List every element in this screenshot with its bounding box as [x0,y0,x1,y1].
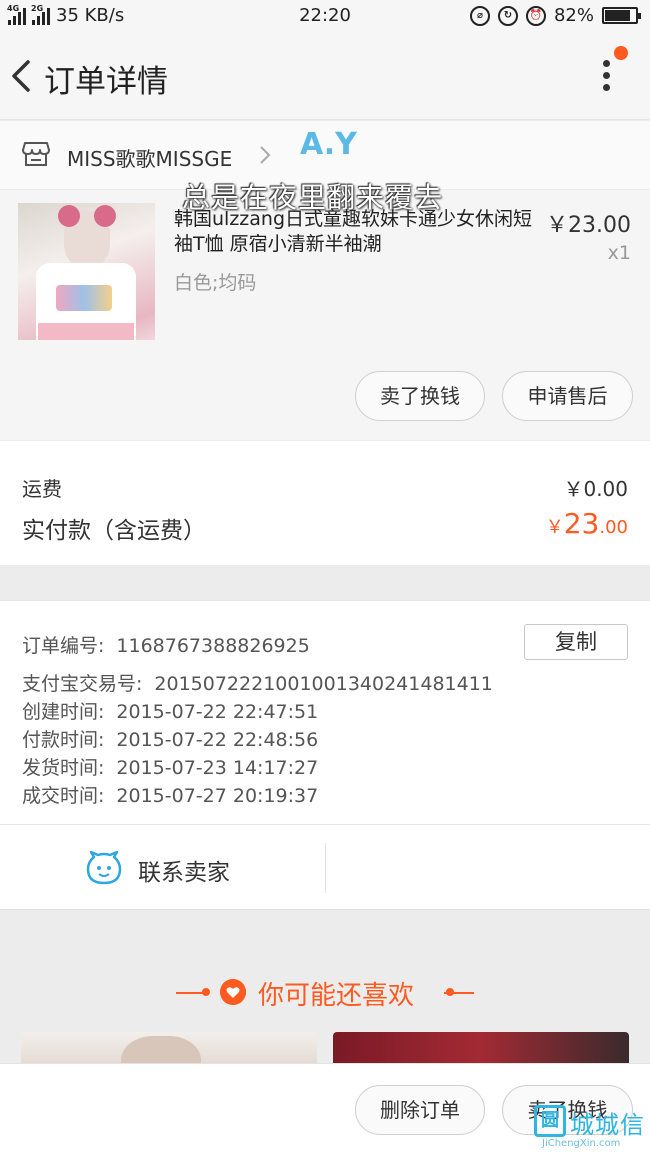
shipped-time-row: 发货时间: 2015-07-23 14:17:27 [22,753,318,780]
recommend-title: 你可能还喜欢 [258,981,415,1011]
recommend-header: 你可能还喜欢 [0,965,650,1025]
sell-for-cash-button[interactable]: 卖了换钱 [355,371,485,421]
alipay-trade-row: 支付宝交易号: 2015072221001001340241481411 [22,669,493,696]
status-bar: 4G 2G 35 KB/s 22:20 ⌀ ↻ ⏰ 82% [0,0,650,34]
created-time-value: 2015-07-22 22:47:51 [116,701,319,723]
paid-amount: ￥23.00 [520,507,628,540]
decor-dot-left [202,988,210,996]
watermark-brand: A.Y [300,127,357,162]
rotation-lock-icon: ↻ [497,5,518,26]
alipay-trade-value: 2015072221001001340241481411 [154,673,493,695]
chat-face-icon[interactable] [86,851,122,885]
watermark-logo-icon: 圆 [534,1105,566,1137]
created-time-row: 创建时间: 2015-07-22 22:47:51 [22,697,318,724]
battery-percent: 82% [553,5,594,26]
paid-currency: ￥ [545,517,564,538]
contact-divider [325,843,326,893]
completed-time-label: 成交时间: [22,785,105,807]
shipped-time-value: 2015-07-23 14:17:27 [116,757,319,779]
watermark-site-url: JiChengXin.com [542,1138,621,1149]
chevron-right-icon [260,146,271,164]
copy-button[interactable]: 复制 [524,624,628,660]
page-title: 订单详情 [44,64,168,100]
watermark-caption: 总是在夜里翻来覆去 [182,181,444,214]
product-thumbnail[interactable] [18,203,155,340]
paid-time-label: 付款时间: [22,729,105,751]
after-sale-button[interactable]: 申请售后 [502,371,633,421]
decor-line-right [444,992,474,994]
status-right: ⌀ ↻ ⏰ 82% [469,5,641,26]
alarm-icon: ⏰ [525,5,546,26]
shop-name[interactable]: MISS歌歌MISSGE [67,143,232,172]
paid-time-value: 2015-07-22 22:48:56 [116,729,319,751]
created-time-label: 创建时间: [22,701,105,723]
vibrate-mute-icon: ⌀ [469,5,490,26]
shipping-label: 运费 [22,477,62,501]
order-info-section: 订单编号: 1168767388826925 复制 支付宝交易号: 20150722… [0,600,650,824]
product-price: ￥23.00 [546,213,631,238]
heart-icon [220,979,246,1005]
watermark-site-name: 城城信 [570,1111,645,1139]
order-number-row: 订单编号: 1168767388826925 [22,631,310,658]
shipped-time-label: 发货时间: [22,757,105,779]
product-quantity: x1 [607,242,631,264]
battery-level [605,10,630,21]
shipping-value: ￥0.00 [563,477,628,501]
completed-time-row: 成交时间: 2015-07-27 20:19:37 [22,781,318,808]
back-arrow-icon[interactable] [8,56,38,96]
paid-label: 实付款（含运费） [22,518,206,544]
watermark-logo: 圆 城城信 JiChengXin.com [534,1105,646,1149]
totals-section: 运费 ￥0.00 实付款（含运费） ￥23.00 [0,441,650,565]
paid-decimal: .00 [599,517,628,538]
contact-section: 联系卖家 [0,824,650,910]
battery-icon [602,7,641,24]
completed-time-value: 2015-07-27 20:19:37 [116,785,319,807]
notification-dot [614,46,628,60]
delete-order-button[interactable]: 删除订单 [355,1085,485,1135]
more-menu-icon[interactable] [596,58,620,94]
product-variant: 白色;均码 [174,272,257,294]
order-number-label: 订单编号: [22,635,105,657]
paid-time-row: 付款时间: 2015-07-22 22:48:56 [22,725,318,752]
paid-integer: 23 [563,507,600,540]
product-card[interactable]: 韩国ulzzang日式童趣软妹卡通少女休闲短袖T恤 原宿小清新半袖潮 ￥23.0… [0,190,650,440]
contact-seller-button[interactable]: 联系卖家 [138,853,230,887]
store-icon [22,142,50,166]
nav-bar: 订单详情 [0,34,650,120]
order-number-value: 1168767388826925 [116,635,310,657]
alipay-trade-label: 支付宝交易号: [22,673,143,695]
